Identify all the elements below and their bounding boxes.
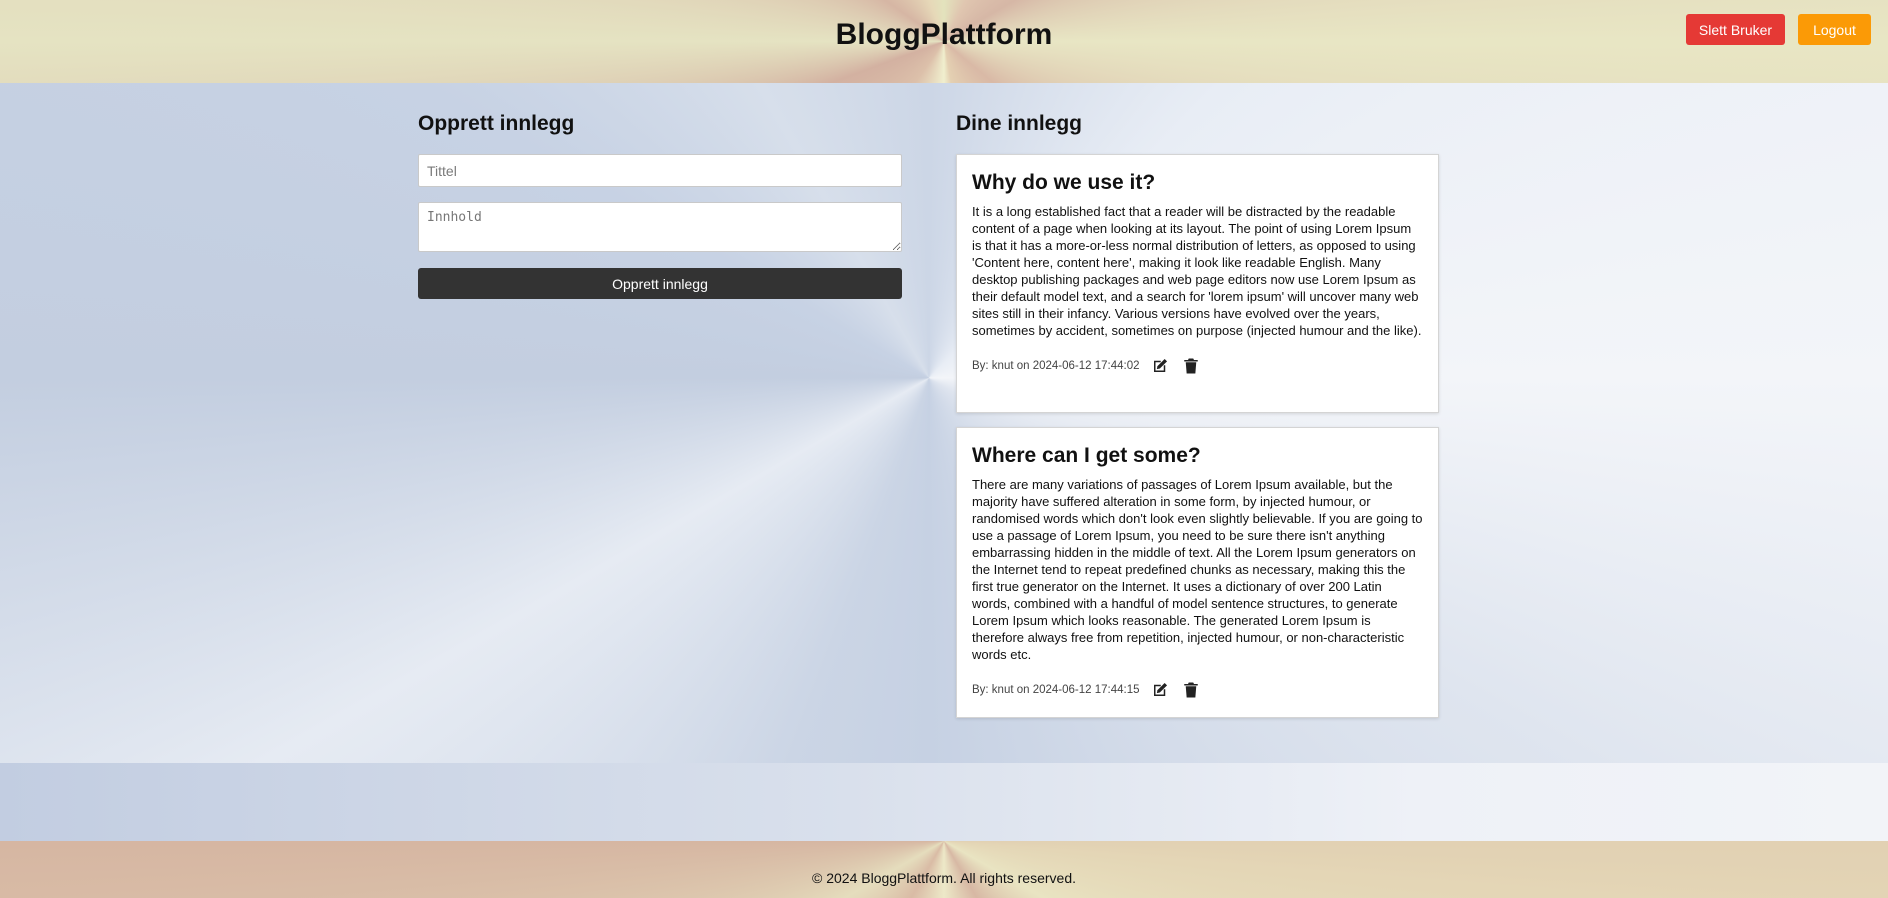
post-title: Why do we use it? — [972, 171, 1156, 194]
create-post-heading: Opprett innlegg — [418, 112, 575, 135]
logout-button[interactable]: Logout — [1798, 14, 1871, 45]
edit-icon[interactable] — [1149, 355, 1171, 377]
create-post-button[interactable]: Opprett innlegg — [418, 268, 902, 299]
edit-icon[interactable] — [1149, 679, 1171, 701]
copyright-text: © 2024 BloggPlattform. All rights reserv… — [812, 870, 1076, 886]
delete-user-button[interactable]: Slett Bruker — [1686, 14, 1785, 45]
post-content-textarea[interactable] — [418, 202, 902, 252]
post-title-input[interactable] — [418, 154, 902, 187]
site-title: BloggPlattform — [835, 18, 1053, 51]
trash-icon[interactable] — [1180, 355, 1202, 377]
post-byline: By: knut on 2024-06-12 17:44:15 — [972, 684, 1140, 696]
post-body: There are many variations of passages of… — [972, 477, 1423, 662]
site-footer: © 2024 BloggPlattform. All rights reserv… — [0, 841, 1888, 898]
post-title: Where can I get some? — [972, 444, 1201, 467]
post-body: It is a long established fact that a rea… — [972, 204, 1422, 338]
post-meta: By: knut on 2024-06-12 17:44:02 — [972, 355, 1423, 377]
site-header: BloggPlattform Slett Bruker Logout — [0, 0, 1888, 83]
your-posts-heading: Dine innlegg — [956, 112, 1082, 135]
trash-icon[interactable] — [1180, 679, 1202, 701]
page-background-strip — [0, 763, 1888, 841]
post-meta: By: knut on 2024-06-12 17:44:15 — [972, 679, 1423, 701]
post-card: Where can I get some? There are many var… — [956, 427, 1439, 718]
post-card: Why do we use it? It is a long establish… — [956, 154, 1439, 413]
post-byline: By: knut on 2024-06-12 17:44:02 — [972, 360, 1140, 372]
main-content: Opprett innlegg Opprett innlegg Dine inn… — [0, 83, 1888, 763]
